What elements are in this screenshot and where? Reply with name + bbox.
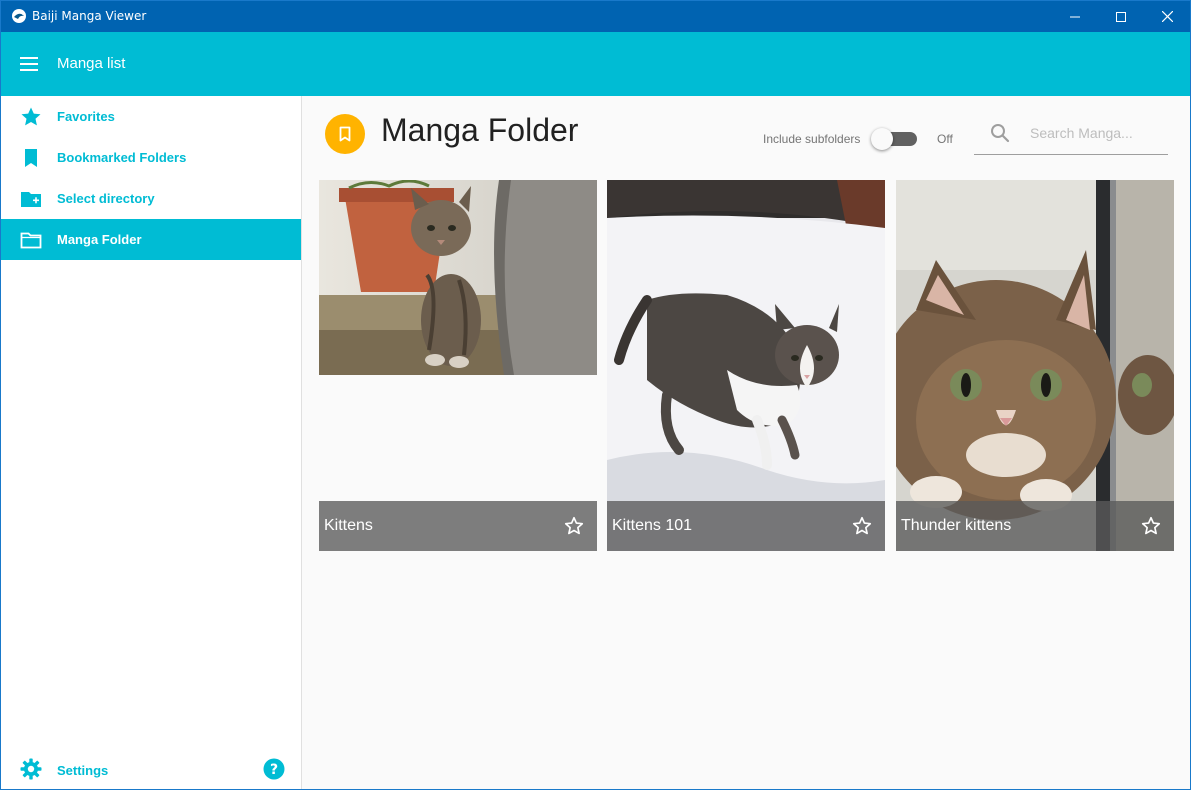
settings-button[interactable]: Settings: [1, 749, 301, 789]
favorite-star-icon[interactable]: [1140, 515, 1162, 537]
hamburger-menu-icon[interactable]: [18, 54, 40, 74]
maximize-icon: [1116, 11, 1126, 22]
kitten-in-snow-image: [607, 180, 885, 551]
sidebar-item-favorites[interactable]: Favorites: [1, 96, 301, 137]
toggle-state-label: Off: [937, 132, 953, 146]
app-window: Baiji Manga Viewer Manga list Favorites: [0, 0, 1191, 790]
kitten-closeup-mirror-image: [896, 180, 1174, 551]
card-title: Thunder kittens: [901, 517, 1012, 534]
sidebar-item-select-directory[interactable]: Select directory: [1, 178, 301, 219]
favorite-star-icon[interactable]: [563, 515, 585, 537]
toggle-thumb: [871, 128, 893, 150]
manga-card-thunder-kittens[interactable]: Thunder kittens: [896, 180, 1174, 551]
folder-outline-icon: [20, 232, 42, 249]
manga-card-kittens-101[interactable]: Kittens 101: [607, 180, 885, 551]
sidebar-item-label: Bookmarked Folders: [57, 150, 187, 165]
search-input[interactable]: [1030, 122, 1160, 144]
help-circle-icon[interactable]: ?: [263, 758, 285, 780]
sidebar-item-label: Manga Folder: [57, 232, 142, 247]
window-title: Baiji Manga Viewer: [32, 9, 147, 23]
app-bar-title: Manga list: [57, 55, 126, 72]
minimize-icon: [1070, 16, 1080, 17]
app-logo-icon: [12, 9, 26, 23]
main-content: Manga Folder Include subfolders Off Sear…: [303, 96, 1190, 789]
sidebar: Favorites Bookmarked Folders Select dire…: [1, 96, 302, 789]
search-box[interactable]: [974, 118, 1168, 155]
sidebar-item-label: Favorites: [57, 109, 115, 124]
star-icon: [21, 107, 41, 126]
card-title: Kittens 101: [612, 517, 693, 534]
card-caption: Kittens 101: [607, 501, 885, 551]
sidebar-item-label: Select directory: [57, 191, 155, 206]
card-title: Kittens: [324, 517, 373, 534]
card-caption: Kittens: [319, 501, 597, 551]
maximize-button[interactable]: [1098, 1, 1144, 32]
favorite-star-icon[interactable]: [851, 515, 873, 537]
minimize-button[interactable]: [1052, 1, 1098, 32]
kitten-by-flowerpot-image: [319, 180, 597, 375]
svg-text:?: ?: [270, 762, 278, 778]
card-caption: Thunder kittens: [896, 501, 1174, 551]
close-icon: [1161, 11, 1173, 22]
title-bar[interactable]: Baiji Manga Viewer: [1, 1, 1190, 32]
page-title: Manga Folder: [381, 112, 579, 148]
include-subfolders-label: Include subfolders: [763, 132, 861, 146]
bookmark-outline-icon: [339, 126, 351, 142]
folder-badge: [325, 114, 365, 154]
bookmark-icon: [25, 149, 37, 167]
folder-add-icon: [21, 192, 41, 207]
settings-label: Settings: [57, 763, 109, 778]
close-button[interactable]: [1144, 1, 1190, 32]
sidebar-item-bookmarked-folders[interactable]: Bookmarked Folders: [1, 137, 301, 178]
search-icon: [991, 124, 1010, 143]
sidebar-item-manga-folder[interactable]: Manga Folder: [1, 219, 301, 260]
gear-icon: [20, 758, 42, 780]
include-subfolders-toggle[interactable]: [871, 128, 919, 150]
manga-card-kittens[interactable]: Kittens: [319, 180, 597, 551]
app-bar: Manga list: [1, 32, 1190, 96]
